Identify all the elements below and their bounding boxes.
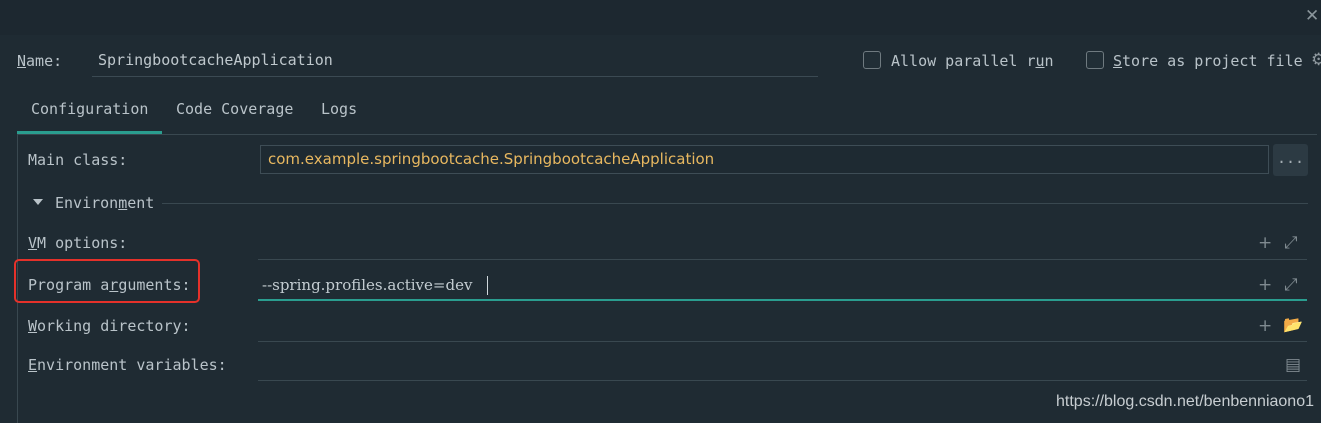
- name-field-value: SpringbootcacheApplication: [98, 51, 333, 69]
- vm-options-field[interactable]: [258, 259, 1307, 260]
- working-directory-field[interactable]: [258, 341, 1307, 342]
- folder-icon[interactable]: 📂: [1283, 316, 1303, 334]
- store-suffix: tore as project file: [1122, 52, 1303, 70]
- document-icon[interactable]: ▤: [1285, 356, 1301, 374]
- working-directory-mnemonic: W: [28, 317, 38, 335]
- gear-icon[interactable]: ⚙: [1311, 50, 1321, 70]
- environment-suffix: ent: [127, 194, 155, 212]
- add-icon[interactable]: +: [1258, 276, 1272, 294]
- add-icon[interactable]: +: [1258, 317, 1272, 335]
- main-class-field[interactable]: com.example.springbootcache.Springbootca…: [260, 145, 1269, 174]
- environment-mnemonic: m: [118, 194, 128, 212]
- main-class-label: Main class:: [28, 151, 128, 169]
- tab-code-coverage[interactable]: Code Coverage: [176, 100, 293, 122]
- store-as-project-file-label[interactable]: Store as project file: [1113, 52, 1303, 70]
- allow-parallel-prefix: Allow parallel r: [891, 52, 1036, 70]
- environment-variables-field[interactable]: [258, 380, 1307, 381]
- program-arguments-value[interactable]: --spring.profiles.active=dev: [262, 276, 472, 294]
- vm-options-mnemonic: V: [28, 234, 38, 252]
- browse-button[interactable]: ...: [1273, 144, 1308, 176]
- environment-variables-label: Environment variables:: [28, 356, 227, 374]
- allow-parallel-suffix: n: [1044, 52, 1054, 70]
- vm-options-suffix: M options:: [37, 234, 128, 252]
- allow-parallel-run-checkbox[interactable]: [863, 51, 881, 69]
- text-caret: [487, 276, 488, 295]
- allow-parallel-mnemonic: u: [1035, 52, 1045, 70]
- environment-variables-mnemonic: E: [28, 356, 38, 374]
- working-directory-suffix: orking directory:: [37, 317, 191, 335]
- expand-icon[interactable]: ⤢: [1284, 234, 1298, 252]
- environment-prefix: Environ: [55, 194, 119, 212]
- collapse-triangle-icon[interactable]: [33, 199, 43, 205]
- main-class-value: com.example.springbootcache.Springbootca…: [268, 150, 715, 168]
- tab-logs[interactable]: Logs: [321, 100, 357, 122]
- environment-variables-suffix: nvironment variables:: [37, 356, 227, 374]
- expand-icon[interactable]: ⤢: [1284, 276, 1298, 294]
- store-mnemonic: S: [1113, 52, 1123, 70]
- close-icon[interactable]: ✕: [1305, 6, 1321, 26]
- name-label-mnemonic: N: [17, 52, 27, 70]
- dialog-title-bar: [0, 0, 1321, 35]
- annotation-highlight-box: [14, 259, 200, 303]
- environment-section-label[interactable]: Environment: [55, 194, 154, 212]
- store-as-project-file-checkbox[interactable]: [1086, 51, 1104, 69]
- vm-options-label: VM options:: [28, 234, 127, 252]
- environment-separator: [162, 203, 1308, 204]
- name-field[interactable]: SpringbootcacheApplication: [92, 46, 818, 77]
- watermark-text: https://blog.csdn.net/benbenniaono1: [1056, 393, 1314, 410]
- working-directory-label: Working directory:: [28, 317, 191, 335]
- name-label-suffix: ame:: [26, 52, 63, 70]
- program-arguments-field[interactable]: [258, 299, 1307, 301]
- tab-configuration[interactable]: Configuration: [31, 100, 148, 122]
- name-label: Name:: [17, 52, 62, 70]
- add-icon[interactable]: +: [1258, 234, 1272, 252]
- allow-parallel-run-label[interactable]: Allow parallel run: [891, 52, 1054, 70]
